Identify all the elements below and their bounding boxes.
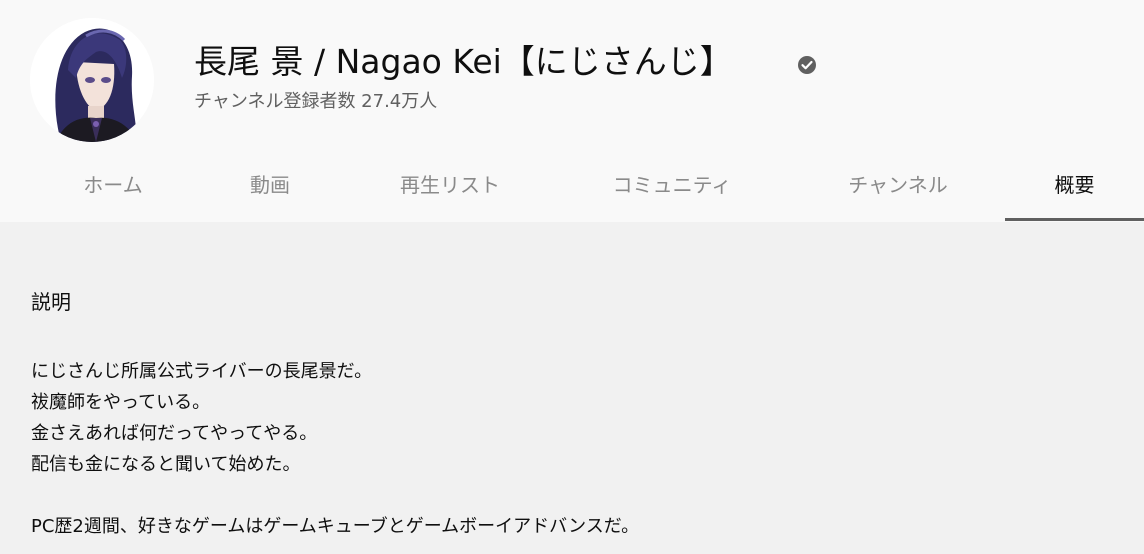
description-heading: 説明 [31, 290, 71, 314]
tab-community[interactable]: コミュニティ [586, 146, 758, 220]
tab-videos[interactable]: 動画 [211, 146, 329, 220]
subscriber-count: チャンネル登録者数 27.4万人 [194, 91, 438, 112]
about-section: 説明 にじさんじ所属公式ライバーの長尾景だ。 祓魔師をやっている。 金さえあれば… [31, 286, 1121, 542]
tab-home[interactable]: ホーム [54, 146, 172, 220]
description-line: PC歴2週間、好きなゲームはゲームキューブとゲームボーイアドバンスだ。 [31, 516, 640, 537]
active-tab-indicator [1005, 218, 1144, 221]
tab-channels[interactable]: チャンネル [822, 146, 974, 220]
channel-description: にじさんじ所属公式ライバーの長尾景だ。 祓魔師をやっている。 金さえあれば何だっ… [31, 356, 1121, 542]
channel-name: 長尾 景 / Nagao Kei【にじさんじ】 [194, 42, 733, 81]
description-line: にじさんじ所属公式ライバーの長尾景だ。 [31, 361, 373, 382]
verified-check-icon [798, 56, 816, 74]
tab-playlists[interactable]: 再生リスト [370, 146, 530, 220]
description-blank-line [31, 480, 1121, 511]
description-line: 金さえあれば何だってやってやる。 [31, 423, 318, 444]
channel-avatar[interactable] [30, 18, 154, 142]
tab-about[interactable]: 概要 [1005, 146, 1144, 220]
description-line: 祓魔師をやっている。 [31, 392, 211, 413]
avatar-illustration [30, 18, 154, 142]
channel-header: 長尾 景 / Nagao Kei【にじさんじ】 チャンネル登録者数 27.4万人… [0, 0, 1144, 222]
description-line: 配信も金になると聞いて始めた。 [31, 454, 301, 475]
